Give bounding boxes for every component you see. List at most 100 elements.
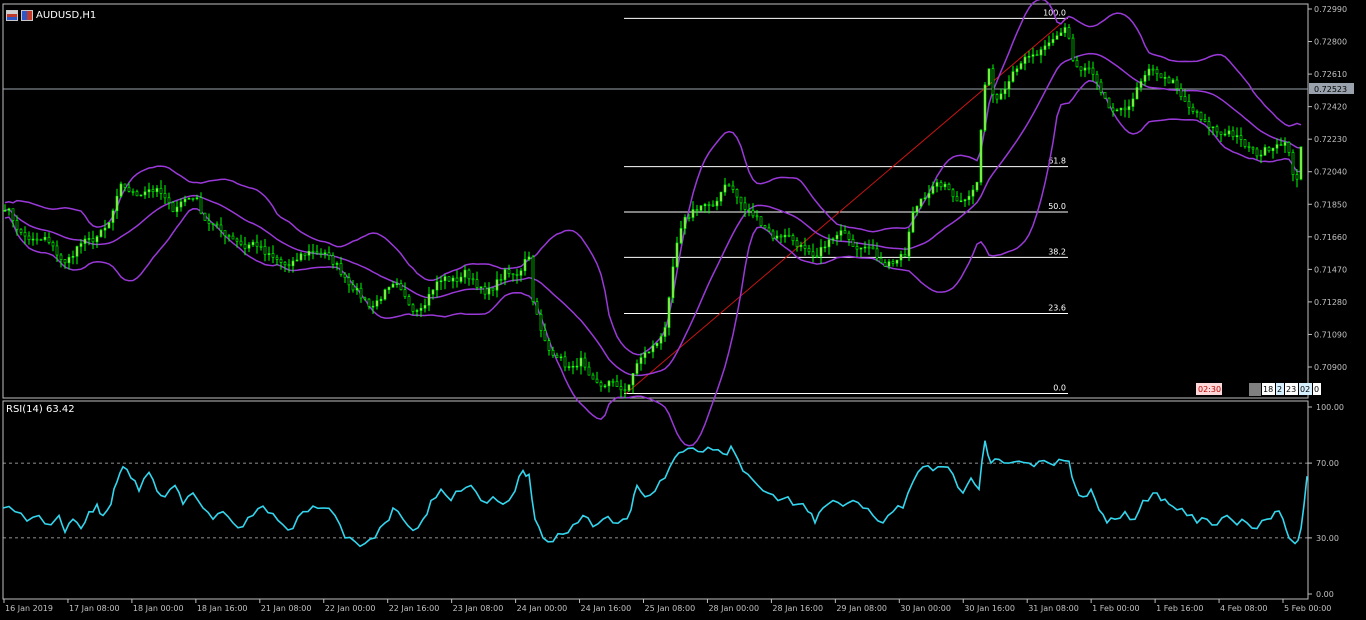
candle-body	[1075, 60, 1079, 68]
time-tick-label: 24 Jan 16:00	[581, 604, 632, 613]
candle-body	[1147, 68, 1151, 76]
current-price-label: 0.72523	[1314, 85, 1347, 94]
candle-body	[1031, 54, 1035, 57]
candle-body	[359, 287, 363, 299]
fibo-level-label: 0.0	[1053, 384, 1066, 393]
candle-body	[35, 238, 39, 241]
chart-canvas[interactable]: 0.72990 0.72800 0.72610 0.72420 0.72230 0.720…	[0, 0, 1366, 620]
fibo-level-label: 38.2	[1048, 247, 1066, 256]
candle-body	[1207, 121, 1211, 128]
candle-body	[1067, 27, 1071, 39]
candle-body	[843, 230, 847, 234]
timer-label: 02	[1300, 385, 1310, 394]
time-tick-label: 30 Jan 00:00	[900, 604, 951, 613]
candle-body	[683, 217, 687, 229]
candle-body	[107, 222, 111, 229]
candle-body	[615, 381, 619, 388]
candle-body	[439, 280, 443, 283]
time-tick-label: 1 Feb 00:00	[1092, 604, 1139, 613]
candle-body	[987, 68, 991, 86]
candle-body	[1171, 79, 1175, 84]
candle-body	[631, 373, 635, 386]
candle-body	[1179, 88, 1183, 98]
candle-body	[447, 276, 451, 282]
candle-body	[871, 246, 875, 250]
candle-body	[351, 284, 355, 291]
time-axis: 16 Jan 2019 17 Jan 08:00 18 Jan 00:00 18 Ja…	[3, 599, 1331, 613]
price-tick-label: 0.72800	[1314, 38, 1347, 47]
candle-body	[699, 205, 703, 211]
candle-body	[1267, 147, 1271, 152]
candle-body	[1011, 71, 1015, 82]
price-tick-label: 0.72040	[1314, 168, 1347, 177]
candle-body	[955, 196, 959, 202]
candle-body	[327, 252, 331, 256]
candle-body	[779, 235, 783, 238]
candle-body	[235, 238, 239, 242]
candle-body	[963, 199, 967, 202]
time-tick-label: 16 Jan 2019	[5, 604, 53, 613]
candle-body	[879, 257, 883, 263]
candle-body	[831, 238, 835, 241]
candle-body	[851, 239, 855, 247]
candle-body	[383, 289, 387, 300]
candle-body	[603, 385, 607, 388]
candle-body	[823, 246, 827, 249]
candle-body	[219, 224, 223, 231]
candle-body	[195, 197, 199, 200]
candle-body	[623, 389, 627, 392]
candle-body	[1091, 67, 1095, 75]
candle-body	[207, 220, 211, 224]
candle-body	[523, 259, 527, 272]
candle-body	[1119, 107, 1123, 111]
candle-body	[319, 252, 323, 255]
candle-body	[291, 260, 295, 267]
candle-body	[595, 378, 599, 383]
candle-body	[467, 269, 471, 280]
candle-body	[531, 256, 535, 302]
candle-body	[315, 251, 319, 254]
candle-body	[675, 242, 679, 268]
price-tick-label: 0.72420	[1314, 103, 1347, 112]
candle-body	[791, 235, 795, 242]
candle-body	[27, 235, 31, 241]
candle-body	[1055, 35, 1059, 40]
candle-body	[543, 330, 547, 341]
candle-body	[1039, 49, 1043, 56]
candle-body	[1159, 73, 1163, 79]
candle-body	[183, 198, 187, 203]
candle-body	[143, 191, 147, 196]
candle-body	[403, 289, 407, 297]
time-tick-label: 1 Feb 16:00	[1156, 604, 1203, 613]
candle-body	[119, 183, 123, 197]
time-tick-label: 31 Jan 08:00	[1028, 604, 1079, 613]
candle-body	[931, 186, 935, 194]
candle-body	[695, 209, 699, 211]
candle-body	[563, 356, 567, 368]
candle-body	[767, 227, 771, 232]
candle-body	[275, 256, 279, 260]
fibo-trend-line[interactable]	[625, 18, 1068, 394]
candle-body	[799, 244, 803, 247]
rsi-indicator	[2, 440, 1308, 548]
time-tick-label: 28 Jan 16:00	[772, 604, 823, 613]
candle-body	[1203, 119, 1207, 122]
candle-body	[491, 287, 495, 291]
candle-body	[415, 310, 419, 312]
candle-body	[635, 363, 639, 374]
candle-body	[1191, 106, 1195, 112]
candle-body	[747, 209, 751, 211]
candle-body	[763, 225, 767, 229]
candle-body	[167, 197, 171, 203]
candle-body	[131, 191, 135, 193]
candle-body	[727, 184, 731, 187]
candle-body	[651, 345, 655, 353]
candle-body	[287, 264, 291, 267]
bollinger-middle-band	[4, 52, 1302, 377]
price-tick-label: 0.71090	[1314, 330, 1347, 339]
candle-body	[187, 198, 191, 200]
candle-body	[487, 287, 491, 295]
status-labels: 02:30 18 2 23 02 0	[1196, 383, 1321, 396]
candle-body	[1087, 67, 1091, 70]
candle-body	[263, 246, 267, 255]
